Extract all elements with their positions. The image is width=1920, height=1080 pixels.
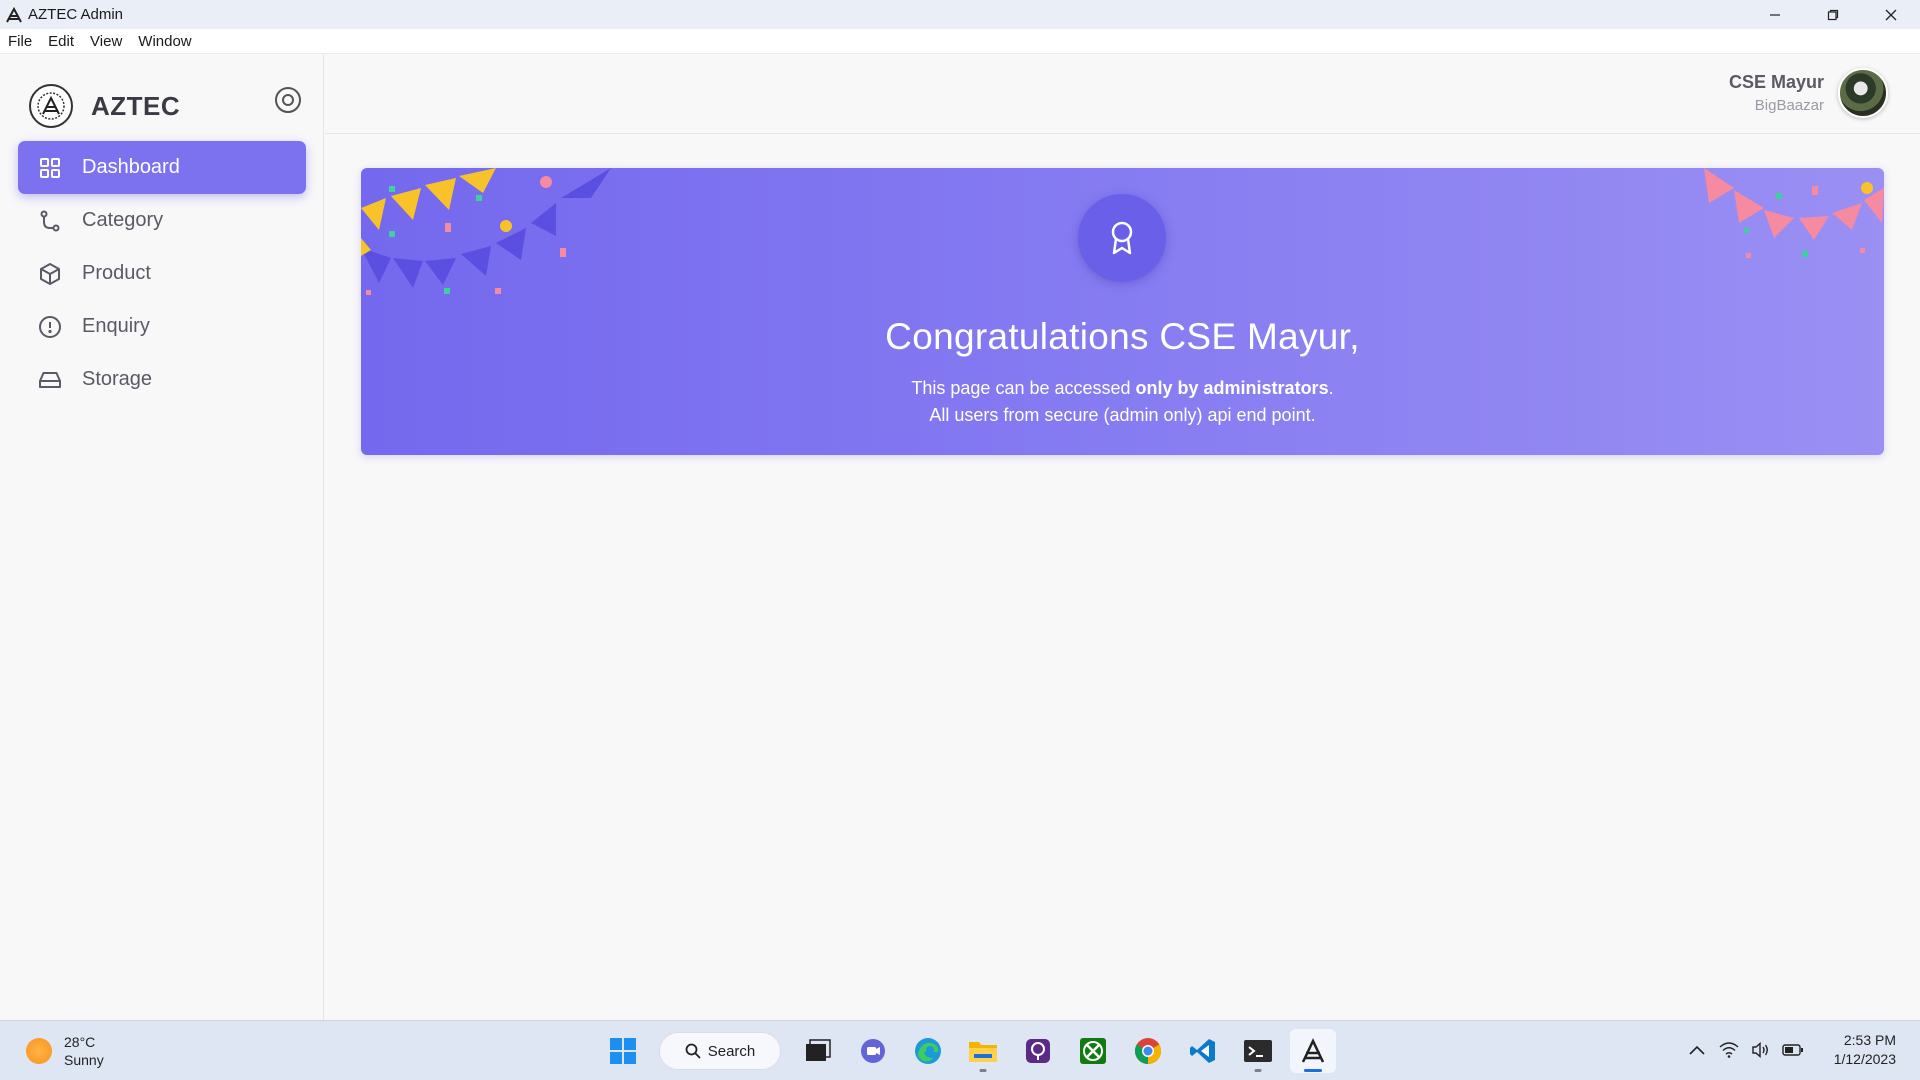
chat-icon <box>861 1039 885 1063</box>
menu-window[interactable]: Window <box>138 33 191 50</box>
sidebar-toggle-icon[interactable] <box>275 87 301 113</box>
brand[interactable]: AZTEC <box>29 84 180 128</box>
task-view-button[interactable] <box>795 1029 841 1073</box>
window-title: AZTEC Admin <box>28 6 124 23</box>
sidebar-item-storage[interactable]: Storage <box>18 353 306 406</box>
podcast-app-button[interactable] <box>1015 1029 1061 1073</box>
folder-icon <box>969 1042 997 1062</box>
terminal-button[interactable] <box>1235 1029 1281 1073</box>
sidebar: AZTEC Dashboard Category Product Enquiry… <box>0 54 324 1020</box>
sidebar-item-label: Enquiry <box>82 315 150 337</box>
sidebar-item-label: Category <box>82 209 164 231</box>
window-titlebar: AZTEC Admin <box>0 0 1920 29</box>
wifi-icon[interactable] <box>1716 1037 1742 1063</box>
top-header: CSE Mayur BigBaazar <box>325 54 1920 134</box>
alert-circle-icon <box>36 313 64 341</box>
box-icon <box>36 260 64 288</box>
hard-drive-icon <box>36 366 64 394</box>
minimize-button[interactable] <box>1746 0 1804 29</box>
sun-icon <box>26 1038 52 1064</box>
weather-desc: Sunny <box>64 1052 104 1068</box>
banner-message-line2: All users from secure (admin only) api e… <box>929 405 1316 425</box>
sidebar-item-label: Product <box>82 262 151 284</box>
system-tray: 2:53 PM 1/12/2023 <box>1684 1031 1896 1069</box>
battery-icon[interactable] <box>1780 1037 1806 1063</box>
teams-chat-button[interactable] <box>850 1029 896 1073</box>
search-label: Search <box>707 1042 756 1060</box>
award-icon <box>1078 194 1166 282</box>
banner-line1-suffix: . <box>1328 378 1334 398</box>
clock[interactable]: 2:53 PM 1/12/2023 <box>1834 1031 1896 1069</box>
xbox-icon <box>1080 1038 1106 1064</box>
banner-line1-prefix: This page can be accessed <box>911 378 1136 398</box>
sidebar-item-product[interactable]: Product <box>18 247 306 300</box>
chevron-up-icon[interactable] <box>1684 1037 1710 1063</box>
aztec-logo-icon <box>29 84 73 128</box>
bunting-right-decoration <box>1704 168 1884 258</box>
close-window-button[interactable] <box>1862 0 1920 29</box>
bunting-left-decoration <box>361 168 611 295</box>
sidebar-item-category[interactable]: Category <box>18 194 306 247</box>
congratulations-banner: Congratulations CSE Mayur, This page can… <box>361 168 1884 455</box>
edge-icon <box>915 1038 941 1064</box>
edge-browser-button[interactable] <box>905 1029 951 1073</box>
vscode-icon <box>1190 1039 1215 1063</box>
file-explorer-button[interactable] <box>960 1029 1006 1073</box>
sidebar-item-enquiry[interactable]: Enquiry <box>18 300 306 353</box>
task-view-icon <box>806 1039 831 1061</box>
sidebar-nav: Dashboard Category Product Enquiry Stora… <box>18 141 306 406</box>
xbox-button[interactable] <box>1070 1029 1116 1073</box>
weather-widget[interactable]: 28°C Sunny <box>26 1033 104 1069</box>
search-icon <box>685 1043 701 1059</box>
chrome-icon <box>1134 1038 1162 1065</box>
menu-bar: File Edit View Window <box>0 29 1920 54</box>
running-indicator <box>1254 1069 1262 1072</box>
user-profile[interactable]: CSE Mayur BigBaazar <box>1729 68 1888 118</box>
sidebar-item-dashboard[interactable]: Dashboard <box>18 141 306 194</box>
clock-time: 2:53 PM <box>1843 1032 1896 1048</box>
avatar[interactable] <box>1838 68 1888 118</box>
aztec-app-icon <box>3 4 25 26</box>
brand-name: AZTEC <box>91 90 181 121</box>
aztec-app-icon <box>1301 1038 1325 1063</box>
active-indicator <box>1304 1069 1322 1072</box>
running-indicator <box>979 1069 987 1072</box>
menu-file[interactable]: File <box>8 33 32 50</box>
vscode-button[interactable] <box>1180 1029 1226 1073</box>
start-button[interactable] <box>600 1029 646 1073</box>
podcast-icon <box>1026 1039 1050 1063</box>
volume-icon[interactable] <box>1748 1037 1774 1063</box>
user-name: CSE Mayur <box>1728 72 1824 92</box>
aztec-admin-taskbar-button[interactable] <box>1290 1029 1336 1073</box>
sidebar-item-label: Storage <box>82 368 153 390</box>
menu-edit[interactable]: Edit <box>48 33 74 50</box>
clock-date: 1/12/2023 <box>1833 1051 1896 1067</box>
restore-button[interactable] <box>1804 0 1862 29</box>
branch-icon <box>36 207 64 235</box>
chrome-button[interactable] <box>1125 1029 1171 1073</box>
weather-temp: 28°C <box>64 1034 96 1050</box>
store-name: BigBaazar <box>1754 97 1824 114</box>
banner-line1-bold: only by administrators <box>1135 378 1329 398</box>
menu-view[interactable]: View <box>90 33 122 50</box>
banner-message-line1: This page can be accessed only by admini… <box>361 378 1884 399</box>
terminal-icon <box>1244 1040 1272 1062</box>
taskbar-search[interactable]: Search <box>659 1032 781 1070</box>
windows-icon <box>610 1038 636 1064</box>
taskbar: 28°C Sunny Search 2:53 PM 1/12/2023 <box>0 1020 1920 1080</box>
taskbar-apps: Search <box>600 1029 1345 1073</box>
banner-heading: Congratulations CSE Mayur, <box>885 316 1360 357</box>
grid-icon <box>36 154 64 182</box>
sidebar-item-label: Dashboard <box>82 156 180 178</box>
